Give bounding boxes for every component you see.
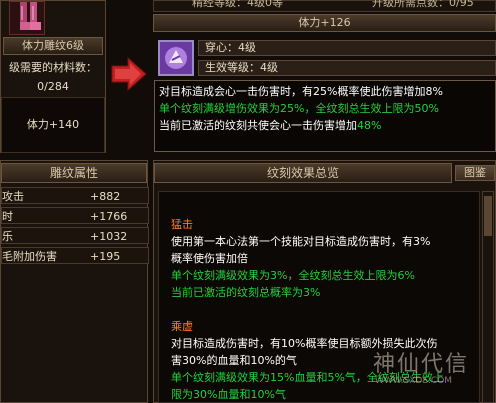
desc-line-1: 对目标造成会心一击伤害时，有25%概率使此伤害增加8% [159,85,443,98]
section-title-mengji: 猛击 [171,218,193,231]
attribute-name: 时 [2,210,13,223]
section-title-chengxu: 乘虚 [171,320,193,333]
catalog-tab[interactable]: 图鉴 [455,165,495,181]
item-name: 体力雕纹6级 [3,37,103,55]
attribute-value: +1766 [90,210,128,223]
materials-count: 0/284 [37,80,69,93]
skill-slot[interactable] [158,40,194,76]
boots-icon [20,2,41,30]
effect-level: 生效等级：4级 [205,61,278,74]
upgrade-points: 升级所需点数：0/95 [372,0,474,9]
stamina-bar: 体力+126 [153,14,496,32]
stat-box: 体力+140 [1,97,105,153]
attribute-row: 时 +1766 [1,207,149,224]
section-line: 使用第一本心法第一个技能对目标造成伤害时，有3% [171,235,431,248]
desc-line-2: 单个纹刻满级增伤效果为25%，全纹刻总生效上限为50% [159,102,439,115]
refine-level: 精经等级：4级0等 [192,0,283,9]
attribute-name: 乐 [2,230,13,243]
arrow-right-icon [110,56,150,92]
item-panel: 体力雕纹6级 级需要的材料数： 0/284 体力+140 [0,0,106,153]
skill-description-box: 对目标造成会心一击伤害时，有25%概率使此伤害增加8% 单个纹刻满级增伤效果为2… [154,80,496,152]
skill-name: 穿心：4级 [205,41,256,54]
attributes-title: 雕纹属性 [1,163,147,183]
attribute-value: +882 [90,190,121,203]
section-line: 限为30%血量和10%气 [171,388,286,401]
attribute-row: 毛附加伤害 +195 [1,247,149,264]
attribute-value: +195 [90,250,121,263]
section-line: 概率使伤害加倍 [171,252,248,265]
attribute-value: +1032 [90,230,128,243]
attribute-row: 攻击 +882 [1,187,149,204]
watermark-logo: 神仙代信 WWW.SXDS.COM [365,340,496,403]
top-info-bar: 精经等级：4级0等 升级所需点数：0/95 [153,0,496,12]
section-line: 当前已激活的纹刻总概率为3% [171,286,321,299]
stat-value: 体力+140 [26,118,80,131]
effect-level-bar: 生效等级：4级 [198,60,496,76]
watermark-url: WWW.SXDS.COM [375,376,453,386]
attribute-row: 乐 +1032 [1,227,149,244]
effects-overview-title: 纹刻效果总览 [154,163,452,183]
desc-line-3-text: 当前已激活的纹刻共使会心一击伤害增加 [159,119,357,132]
watermark-title: 神仙代信 [373,352,470,377]
attribute-name: 毛附加伤害 [2,250,57,263]
section-line: 单个纹刻满级效果为3%，全纹刻总生效上限为6% [171,269,415,282]
scrollbar-thumb[interactable] [484,196,492,236]
attributes-panel: 雕纹属性 攻击 +882 时 +1766 乐 +1032 毛附加伤害 +195 [0,160,149,403]
attribute-name: 攻击 [2,190,24,203]
desc-line-3: 当前已激活的纹刻共使会心一击伤害增加48% [159,117,381,134]
boots-item-slot[interactable] [9,1,45,35]
skill-rune-icon [160,42,192,74]
section-line: 害30%的血量和10%的气 [171,354,297,367]
skill-name-bar: 穿心：4级 [198,40,496,56]
desc-line-3-value: 48% [357,119,382,132]
materials-label: 级需要的材料数： [9,61,97,74]
